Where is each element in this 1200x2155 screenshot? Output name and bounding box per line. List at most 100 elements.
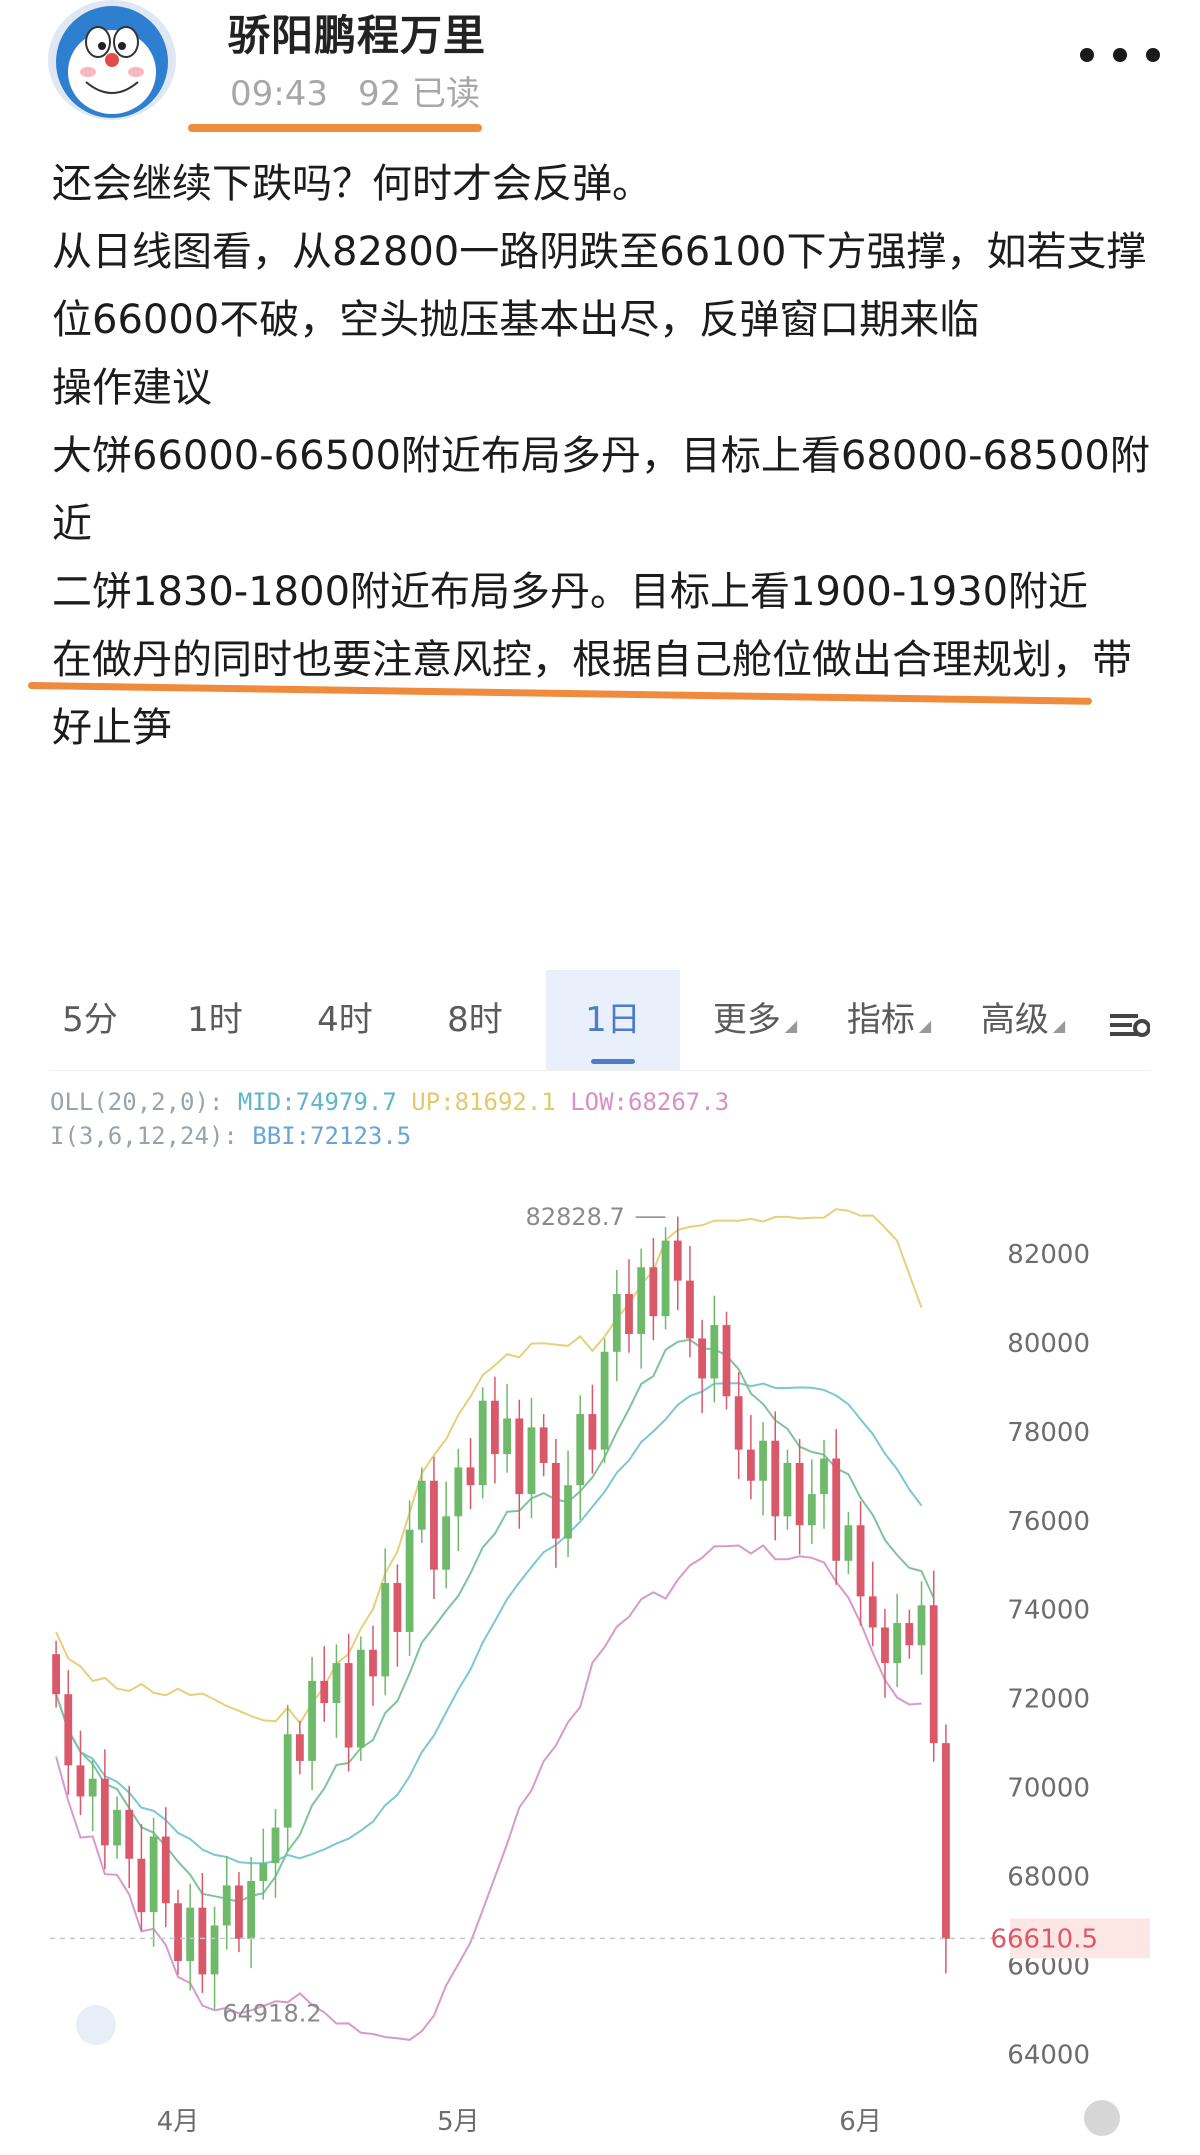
candle-body <box>844 1525 853 1561</box>
candle-body <box>247 1880 256 1939</box>
candle-body <box>893 1623 902 1664</box>
candle-body <box>539 1427 548 1463</box>
candle-body <box>722 1325 731 1397</box>
candle-body <box>588 1414 597 1450</box>
post-line: 大饼66000-66500附近布局多丹，目标上看68000-68500附近 <box>52 433 1150 547</box>
candle-body <box>100 1778 109 1846</box>
candle-body <box>64 1694 73 1766</box>
candle-body <box>905 1623 914 1646</box>
candle-body <box>137 1858 146 1913</box>
candle-body <box>783 1462 792 1517</box>
candle-body <box>393 1583 402 1632</box>
expand-chart-icon <box>76 2005 116 2045</box>
y-tick-label: 64000 <box>1007 2040 1090 2070</box>
candle-body <box>527 1427 536 1495</box>
y-tick-label: 72000 <box>1007 1685 1090 1715</box>
candle-body <box>551 1462 560 1539</box>
read-count: 92 已读 <box>357 74 481 114</box>
high-price-label: 82828.7 <box>526 1203 625 1231</box>
candle-body <box>466 1467 475 1486</box>
candle-body <box>125 1809 134 1859</box>
post-line: 还会继续下跌吗？何时才会反弹。 <box>52 161 652 207</box>
candle-body <box>149 1836 158 1913</box>
candle-body <box>369 1649 377 1677</box>
more-dot-icon <box>1146 48 1160 62</box>
candle-body <box>405 1529 414 1632</box>
candle-body <box>381 1583 390 1677</box>
candle-body <box>161 1836 170 1904</box>
candle-body <box>210 1925 219 1975</box>
candle-body <box>673 1240 682 1281</box>
candle-body <box>868 1596 877 1628</box>
x-tick-label: 5月 <box>437 2107 480 2137</box>
candle-body <box>503 1418 511 1455</box>
candle-body <box>320 1680 329 1704</box>
y-tick-label: 70000 <box>1007 1774 1090 1804</box>
candle-body <box>649 1267 658 1317</box>
candle-body <box>795 1462 804 1526</box>
author-name[interactable]: 骄阳鹏程万里 <box>228 2 486 63</box>
candle-body <box>52 1654 60 1695</box>
candle-body <box>637 1267 646 1334</box>
candle-body <box>417 1480 426 1530</box>
y-tick-label: 74000 <box>1007 1596 1090 1626</box>
candle-body <box>771 1440 780 1517</box>
candle-body <box>832 1458 841 1561</box>
candle-body <box>308 1680 316 1761</box>
candle-body <box>759 1440 767 1481</box>
candle-body <box>186 1907 195 1962</box>
candle-body <box>612 1293 621 1352</box>
post-body: 还会继续下跌吗？何时才会反弹。 从日线图看，从82800一路阴跌至66100下方… <box>52 150 1162 762</box>
candle-body <box>881 1627 889 1664</box>
candle-body <box>222 1885 231 1926</box>
candle-body <box>454 1467 463 1517</box>
candle-body <box>113 1809 121 1846</box>
candle-body <box>734 1396 743 1450</box>
low-price-label: 64918.2 <box>222 2000 321 2028</box>
last-price-label: 66610.5 <box>990 1924 1098 1954</box>
y-tick-label: 80000 <box>1007 1329 1090 1359</box>
lower-band-line <box>55 1544 922 2041</box>
more-dot-icon <box>1113 48 1127 62</box>
candle-body <box>515 1418 524 1495</box>
candle-body <box>88 1778 97 1797</box>
y-tick-label: 82000 <box>1007 1240 1090 1270</box>
candle-body <box>174 1903 182 1962</box>
upper-band-line <box>55 1208 923 1725</box>
candle-body <box>600 1351 609 1450</box>
candle-body <box>271 1827 280 1864</box>
candle-body <box>856 1525 865 1597</box>
candle-body <box>442 1516 451 1570</box>
x-tick-label: 4月 <box>157 2107 200 2137</box>
more-options-button[interactable] <box>1080 40 1160 70</box>
y-tick-label: 78000 <box>1007 1418 1090 1448</box>
highlight-underline <box>188 124 482 132</box>
post-line: 二饼1830-1800附近布局多丹。目标上看1900-1930附近 <box>52 569 1089 615</box>
avatar[interactable] <box>48 0 176 120</box>
candle-body <box>820 1458 828 1495</box>
post-time: 09:43 <box>230 74 328 114</box>
candle-body <box>356 1649 365 1748</box>
post-meta: 09:43 92 已读 <box>230 66 510 115</box>
chart-image[interactable]: 5分 1时 4时 8时 1日 更多 ◢ 指标 ◢ 高级 ◢ OLL(20,2,0): … <box>50 950 1150 2155</box>
candle-body <box>332 1663 341 1704</box>
candle-body <box>344 1663 353 1748</box>
candle-body <box>491 1400 499 1455</box>
candle-body <box>625 1293 633 1334</box>
x-tick-label: 6月 <box>839 2107 882 2137</box>
candle-body <box>661 1240 670 1317</box>
candle-body <box>929 1605 938 1744</box>
mid-band-line <box>55 1382 923 1865</box>
post-line: 操作建议 <box>52 365 212 411</box>
candle-body <box>478 1400 487 1486</box>
y-tick-label: 76000 <box>1007 1507 1090 1537</box>
candle-body <box>917 1605 926 1646</box>
candle-body <box>746 1449 755 1481</box>
candle-body <box>259 1863 268 1881</box>
candle-body <box>564 1485 572 1539</box>
post-line: 从日线图看，从82800一路阴跌至66100下方强撑，如若支撑位66000不破，… <box>52 229 1147 343</box>
candle-body <box>686 1280 694 1339</box>
candle-body <box>76 1765 85 1797</box>
candle-body <box>283 1734 292 1828</box>
candle-body <box>295 1734 304 1761</box>
